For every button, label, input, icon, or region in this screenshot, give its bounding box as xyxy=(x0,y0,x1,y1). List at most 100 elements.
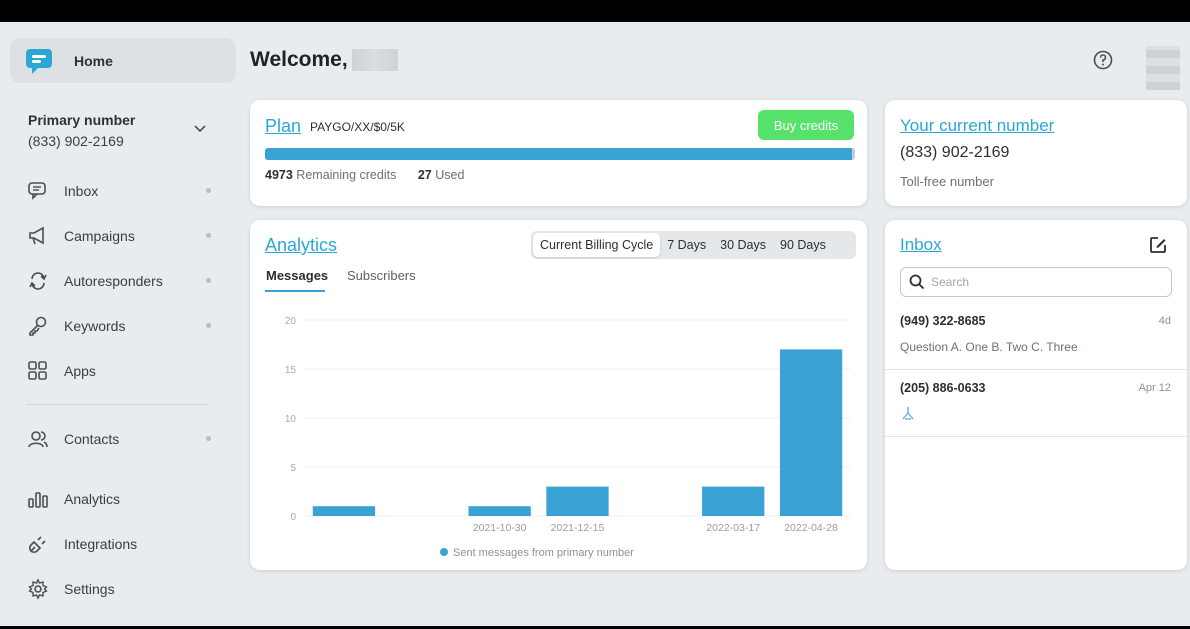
status-dot xyxy=(206,188,211,193)
y-tick-label: 20 xyxy=(285,316,297,327)
welcome-text: Welcome, xyxy=(250,48,348,71)
plug-icon xyxy=(26,532,50,556)
sidebar-item-campaigns[interactable]: Campaigns xyxy=(26,223,226,249)
inbox-search xyxy=(900,267,1172,297)
credits-progress-fill xyxy=(265,148,853,160)
sidebar-item-label: Keywords xyxy=(64,318,126,334)
active-tab-indicator xyxy=(265,290,325,292)
gear-icon xyxy=(26,577,50,601)
message-time: 4d xyxy=(1158,315,1171,327)
message-sender: (205) 886-0633 xyxy=(900,381,986,395)
used-credits-label: Used xyxy=(435,168,465,182)
tab-subscribers[interactable]: Subscribers xyxy=(347,268,416,283)
sidebar-item-inbox[interactable]: Inbox xyxy=(26,178,226,204)
number-type-label: Toll-free number xyxy=(900,174,994,189)
chart-bar xyxy=(468,506,531,516)
list-item[interactable]: (205) 886-0633 Apr 12 xyxy=(885,371,1187,437)
apps-grid-icon xyxy=(26,359,50,383)
message-sender: (949) 322-8685 xyxy=(900,314,986,328)
key-icon xyxy=(26,314,50,338)
sidebar-item-label: Settings xyxy=(64,581,115,597)
analytics-link[interactable]: Analytics xyxy=(265,235,337,256)
plan-link[interactable]: Plan xyxy=(265,116,301,137)
chat-icon xyxy=(26,179,50,203)
sidebar-item-home[interactable]: Home xyxy=(10,38,236,83)
compose-icon[interactable] xyxy=(1149,236,1167,254)
plan-code: PAYGO/XX/$0/5K xyxy=(310,120,405,134)
x-tick-label: 2022-03-17 xyxy=(706,522,760,534)
sidebar-item-analytics[interactable]: Analytics xyxy=(26,486,226,512)
sidebar-item-label: Campaigns xyxy=(64,228,135,244)
avatar[interactable] xyxy=(1146,46,1180,90)
sidebar-item-apps[interactable]: Apps xyxy=(26,358,226,384)
page-title: Welcome, xyxy=(250,48,398,72)
range-7-days[interactable]: 7 Days xyxy=(660,233,713,257)
sidebar-item-label: Analytics xyxy=(64,491,121,507)
search-icon xyxy=(909,274,925,290)
range-90-days[interactable]: 90 Days xyxy=(773,233,833,257)
sidebar-item-label: Inbox xyxy=(64,183,99,199)
legend-label: Sent messages from primary number xyxy=(453,547,634,559)
credits-summary: 4973 Remaining credits 27 Used xyxy=(265,168,464,182)
bar-chart-icon xyxy=(26,487,50,511)
credits-progress-bar xyxy=(265,148,855,160)
legend-swatch xyxy=(440,548,448,556)
help-icon[interactable] xyxy=(1093,50,1113,70)
y-tick-label: 0 xyxy=(290,512,296,523)
sidebar-item-autoresponders[interactable]: Autoresponders xyxy=(26,268,226,294)
x-tick-label: 2021-12-15 xyxy=(551,522,605,534)
megaphone-icon xyxy=(26,224,50,248)
primary-number-value: (833) 902-2169 xyxy=(28,133,124,149)
sidebar-item-keywords[interactable]: Keywords xyxy=(26,313,226,339)
sidebar-item-label: Integrations xyxy=(64,536,138,552)
sidebar-divider xyxy=(26,404,208,405)
y-tick-label: 15 xyxy=(285,365,297,376)
message-time: Apr 12 xyxy=(1138,382,1171,394)
current-number-card: Your current number (833) 902-2169 Toll-… xyxy=(885,100,1187,206)
sidebar-item-label: Autoresponders xyxy=(64,273,163,289)
current-number-link[interactable]: Your current number xyxy=(900,116,1054,136)
sidebar: Home Primary number (833) 902-2169 Inbox… xyxy=(0,22,240,626)
list-item[interactable]: (949) 322-8685 4d Question A. One B. Two… xyxy=(885,304,1187,370)
date-range-selector: Current Billing Cycle 7 Days 30 Days 90 … xyxy=(531,231,856,259)
sidebar-item-label: Apps xyxy=(64,363,96,379)
current-number-value: (833) 902-2169 xyxy=(900,144,1010,161)
primary-number-title: Primary number xyxy=(28,112,136,128)
chart-bar xyxy=(702,486,765,516)
messages-bar-chart: 0 5 10 15 20 2021-10-30 2021-12-15 2022-03-17 20… xyxy=(285,316,850,559)
message-attachment-icon xyxy=(900,405,916,424)
status-dot xyxy=(206,323,211,328)
refresh-arrows-icon xyxy=(26,269,50,293)
chart-bar xyxy=(312,506,376,516)
sidebar-item-contacts[interactable]: Contacts xyxy=(26,426,226,452)
chart-bar xyxy=(546,486,609,516)
redacted-username xyxy=(351,49,398,71)
chart-bar xyxy=(779,349,843,516)
remaining-credits-value: 4973 xyxy=(265,168,293,182)
remaining-credits-label: Remaining credits xyxy=(296,168,397,182)
sidebar-item-integrations[interactable]: Integrations xyxy=(26,531,226,557)
top-black-bar xyxy=(0,0,1190,22)
plan-card: Plan PAYGO/XX/$0/5K Buy credits 4973 Rem… xyxy=(250,100,867,206)
inbox-card: Inbox (949) 322-8685 4d Question A. One … xyxy=(885,220,1187,570)
range-30-days[interactable]: 30 Days xyxy=(713,233,773,257)
message-preview: Question A. One B. Two C. Three xyxy=(900,340,1078,354)
sidebar-item-settings[interactable]: Settings xyxy=(26,576,226,602)
search-input[interactable] xyxy=(931,275,1151,289)
tab-messages[interactable]: Messages xyxy=(266,268,328,283)
chevron-down-icon[interactable] xyxy=(192,122,208,134)
sidebar-item-home-label: Home xyxy=(74,52,113,69)
status-dot xyxy=(206,436,211,441)
status-dot xyxy=(206,278,211,283)
status-dot xyxy=(206,233,211,238)
y-tick-label: 5 xyxy=(290,463,296,474)
x-tick-label: 2022-04-28 xyxy=(784,522,838,534)
contacts-icon xyxy=(26,427,50,451)
y-tick-label: 10 xyxy=(285,414,297,425)
primary-number-selector[interactable]: Primary number (833) 902-2169 xyxy=(28,112,218,149)
x-tick-label: 2021-10-30 xyxy=(473,522,527,534)
range-current-billing-cycle[interactable]: Current Billing Cycle xyxy=(533,233,661,257)
buy-credits-button[interactable]: Buy credits xyxy=(758,110,854,140)
inbox-link[interactable]: Inbox xyxy=(900,235,942,255)
used-credits-value: 27 xyxy=(417,168,432,182)
